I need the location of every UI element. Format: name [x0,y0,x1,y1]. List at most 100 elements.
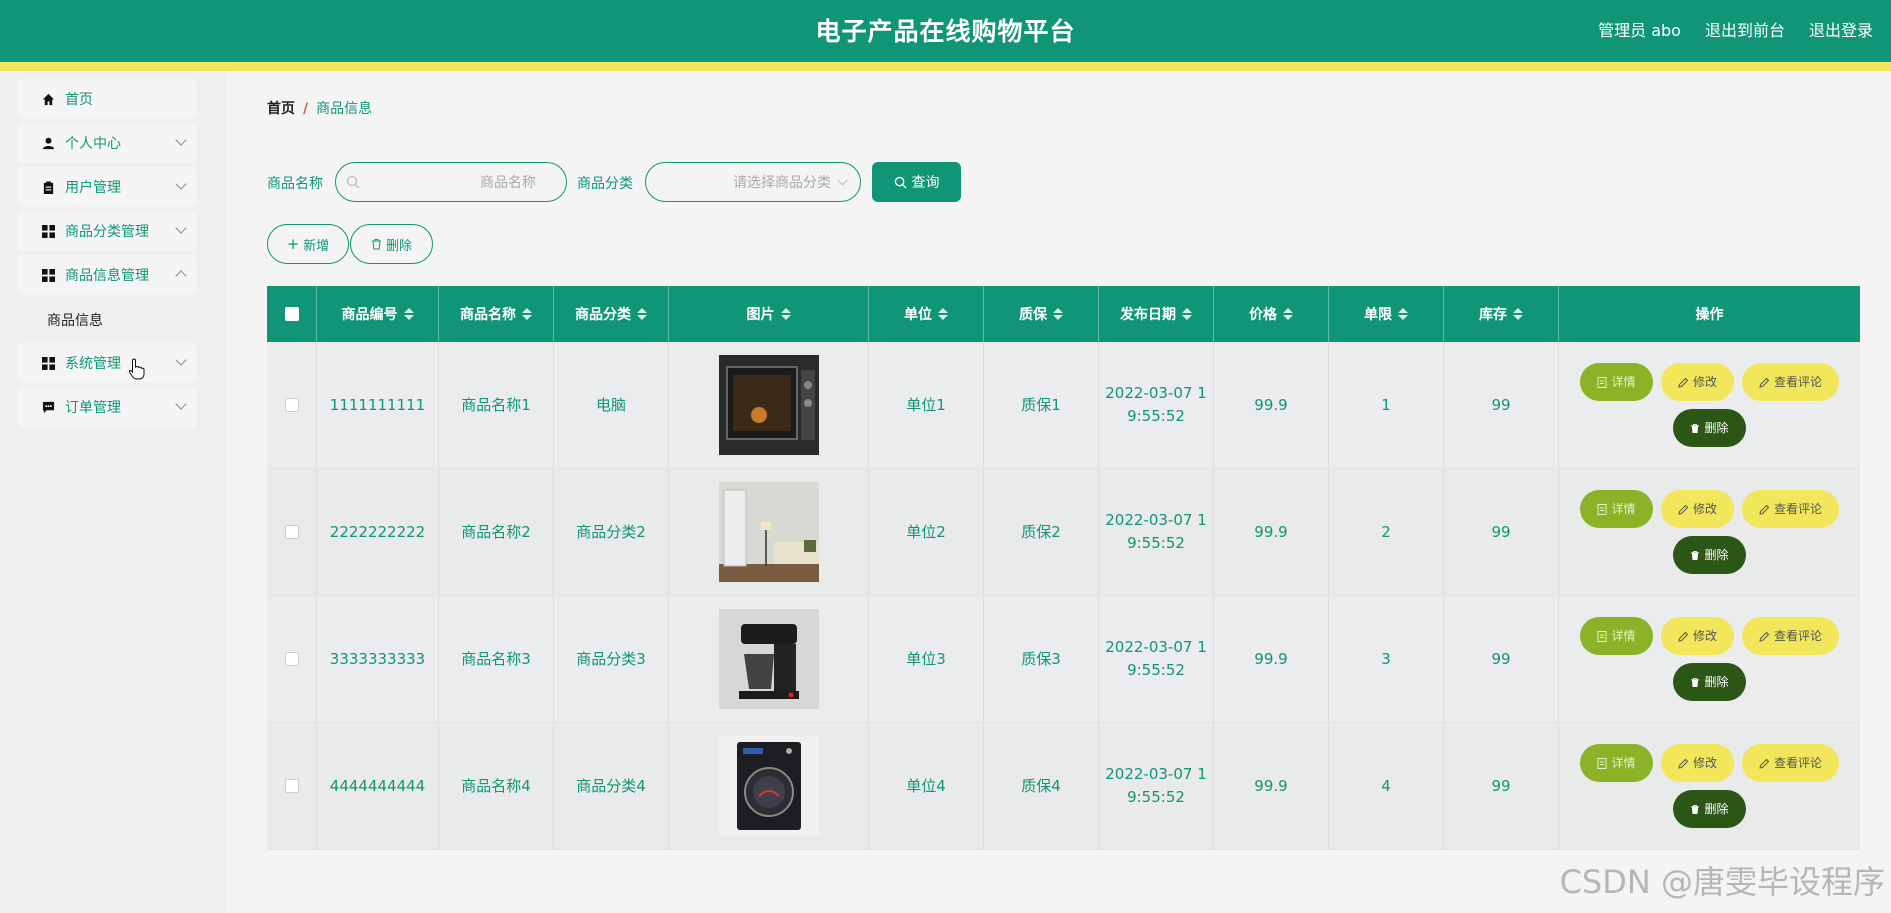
cell-name: 商品名称1 [439,342,554,468]
edit-button[interactable]: 修改 [1661,744,1734,782]
header-links: 管理员 abo 退出到前台 退出登录 [1598,17,1873,41]
row-checkbox[interactable] [284,525,299,539]
edit-button[interactable]: 修改 [1661,617,1734,655]
sort-icon [403,308,414,320]
detail-button[interactable]: 详情 [1580,744,1653,782]
delete-button[interactable]: 删除 [1673,536,1746,574]
cell-image [669,469,869,595]
view-reviews-button[interactable]: 查看评论 [1742,744,1839,782]
document-icon [1597,503,1607,515]
product-image[interactable] [718,355,819,455]
sidebar-item-label: 商品信息管理 [65,268,149,284]
back-to-front-link[interactable]: 退出到前台 [1705,17,1785,41]
th-stock[interactable]: 库存 [1444,286,1559,342]
th-category[interactable]: 商品分类 [554,286,669,342]
pencil-icon [1678,504,1689,515]
sidebar-subitem-goods-info[interactable]: 商品信息 [47,310,103,330]
th-warranty[interactable]: 质保 [984,286,1099,342]
sidebar-item-users[interactable]: 用户管理 [17,167,197,207]
sort-icon [637,308,647,320]
category-select[interactable]: 请选择商品分类 [645,162,861,202]
edit-button[interactable]: 修改 [1661,490,1734,528]
cell-category: 商品分类2 [554,469,669,595]
th-date[interactable]: 发布日期 [1099,286,1214,342]
sidebar-item-home[interactable]: 首页 [17,79,197,119]
add-button[interactable]: + 新增 [267,224,349,264]
chevron-down-icon [175,398,187,410]
delete-button[interactable]: 删除 [1673,790,1746,828]
row-checkbox[interactable] [284,398,299,412]
row-select-cell [267,342,317,468]
cell-id: 3333333333 [317,596,439,722]
detail-button[interactable]: 详情 [1580,490,1653,528]
table-row: 2222222222 商品名称2 商品分类2 单位2 质保2 2022-03-0… [267,469,1860,596]
cell-unit: 单位3 [869,596,984,722]
pencil-icon [1759,504,1770,515]
th-unit[interactable]: 单位 [869,286,984,342]
cell-limit: 1 [1329,342,1444,468]
category-select-placeholder: 请选择商品分类 [733,175,831,191]
cell-ops: 详情 修改 查看评论 删除 [1559,596,1860,722]
cell-date-line1: 2022-03-07 1 [1105,638,1207,656]
sidebar-item-system[interactable]: 系统管理 [17,343,197,383]
th-image[interactable]: 图片 [669,286,869,342]
select-all-checkbox[interactable] [284,307,299,321]
sidebar-item-category-mgmt[interactable]: 商品分类管理 [17,211,197,251]
view-reviews-button[interactable]: 查看评论 [1742,617,1839,655]
logout-link[interactable]: 退出登录 [1809,17,1873,41]
name-search-input[interactable]: 商品名称 [335,162,567,202]
view-reviews-button[interactable]: 查看评论 [1742,490,1839,528]
batch-delete-button[interactable]: 删除 [350,224,433,264]
delete-button[interactable]: 删除 [1673,663,1746,701]
cell-category: 电脑 [554,342,669,468]
edit-button[interactable]: 修改 [1661,363,1734,401]
th-price[interactable]: 价格 [1214,286,1329,342]
cell-price: 99.9 [1214,596,1329,722]
cell-stock: 99 [1444,342,1559,468]
category-search-label: 商品分类 [577,176,633,192]
th-id[interactable]: 商品编号 [317,286,439,342]
sidebar-item-orders[interactable]: 订单管理 [17,387,197,427]
cell-date-line2: 9:55:52 [1127,407,1185,425]
sidebar-item-goods-mgmt[interactable]: 商品信息管理 [17,255,197,295]
cell-image [669,342,869,468]
cell-unit: 单位1 [869,342,984,468]
cell-date-line1: 2022-03-07 1 [1105,765,1207,783]
cell-date: 2022-03-07 1 9:55:52 [1099,342,1214,468]
product-image[interactable] [718,482,819,582]
breadcrumb-home[interactable]: 首页 [267,101,295,117]
table-row: 1111111111 商品名称1 电脑 单位1 质保1 2022-03-07 1… [267,342,1860,469]
cell-name: 商品名称4 [439,723,554,849]
trash-icon [1690,550,1700,561]
row-checkbox[interactable] [284,779,299,793]
cell-unit: 单位4 [869,723,984,849]
row-select-cell [267,723,317,849]
sidebar: 首页 个人中心 用户管理 商品分类管理 商品信息管理 商品信息 系统管理 订单管… [0,71,227,913]
cell-ops: 详情 修改 查看评论 删除 [1559,342,1860,468]
document-icon [1597,757,1607,769]
cell-price: 99.9 [1214,342,1329,468]
row-select-cell [267,469,317,595]
detail-button[interactable]: 详情 [1580,363,1653,401]
breadcrumb-separator: / [303,101,309,117]
chevron-down-icon [175,134,187,146]
sort-icon [1182,308,1192,320]
detail-button[interactable]: 详情 [1580,617,1653,655]
product-image[interactable] [718,609,819,709]
sidebar-item-personal[interactable]: 个人中心 [17,123,197,163]
th-limit[interactable]: 单限 [1329,286,1444,342]
cell-warranty: 质保3 [984,596,1099,722]
cell-name: 商品名称2 [439,469,554,595]
cell-warranty: 质保4 [984,723,1099,849]
grid-icon [41,268,55,282]
query-button[interactable]: 查询 [872,162,961,202]
view-reviews-button[interactable]: 查看评论 [1742,363,1839,401]
delete-button[interactable]: 删除 [1673,409,1746,447]
th-name[interactable]: 商品名称 [439,286,554,342]
product-image[interactable] [718,736,819,836]
trash-icon [1690,804,1700,815]
search-icon [346,175,360,189]
cell-warranty: 质保1 [984,342,1099,468]
row-checkbox[interactable] [284,652,299,666]
chevron-down-icon [175,222,187,234]
